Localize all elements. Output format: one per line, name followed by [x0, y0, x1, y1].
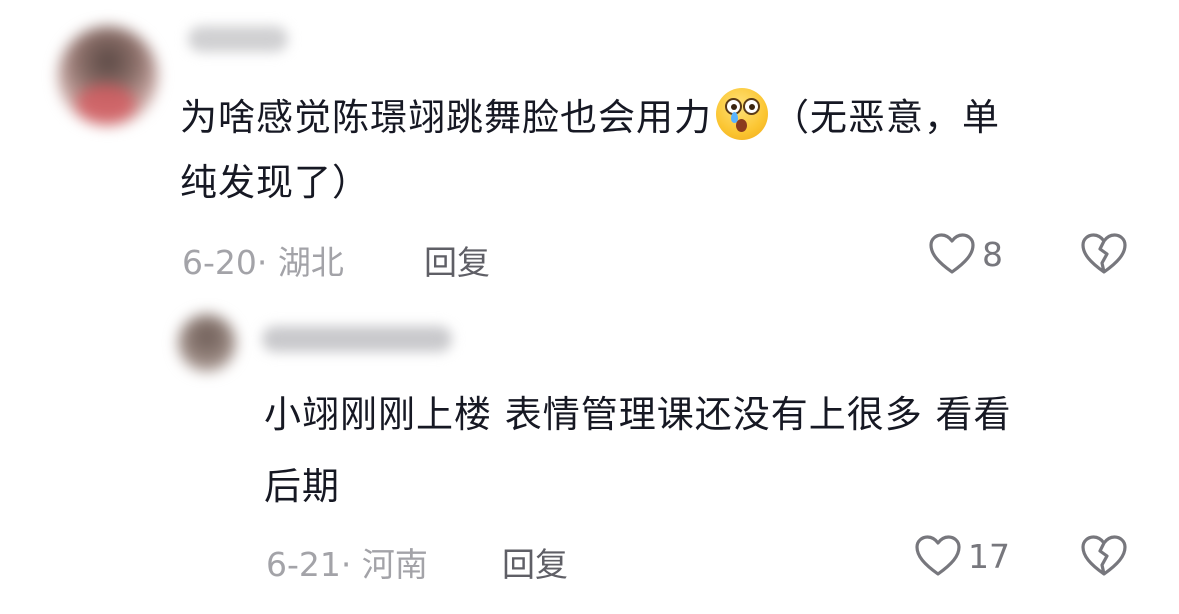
reply-button[interactable]: 回复 [424, 236, 490, 284]
reply-button[interactable]: 回复 [502, 538, 568, 586]
like-count: 8 [982, 234, 1003, 274]
comment-text-line2: 纯发现了） [180, 161, 370, 204]
comment-date-location: 6-21· 河南 [266, 545, 428, 584]
avatar[interactable] [58, 26, 158, 126]
comment-text: 为啥感觉陈璟翊跳舞脸也会用力 （无恶意，单 [180, 88, 1000, 140]
comment-date-location: 6-20· 湖北 [182, 243, 344, 282]
like-count: 17 [968, 536, 1010, 576]
comment-text-line2: 后期 [264, 465, 340, 508]
comment-text: 小翊刚刚上楼 表情管理课还没有上很多 看看 [264, 393, 1012, 436]
username-blurred[interactable] [188, 26, 288, 52]
broken-heart-icon[interactable] [1080, 534, 1128, 578]
like-button[interactable]: 17 [914, 534, 1010, 578]
heart-outline-icon [915, 535, 961, 576]
comment-text-part: 为啥感觉陈璟翊跳舞脸也会用力 [180, 96, 712, 139]
avatar[interactable] [178, 314, 236, 372]
comment-text-part: （无恶意，单 [772, 96, 1000, 139]
astonished-face-emoji-icon [716, 88, 768, 140]
username-blurred[interactable] [262, 326, 452, 352]
like-button[interactable]: 8 [928, 232, 1003, 276]
heart-outline-icon [929, 233, 975, 274]
broken-heart-icon[interactable] [1080, 232, 1128, 276]
comment-section: 为啥感觉陈璟翊跳舞脸也会用力 （无恶意，单 纯发现了） 6-20· 湖北 回复 8… [0, 0, 1179, 614]
